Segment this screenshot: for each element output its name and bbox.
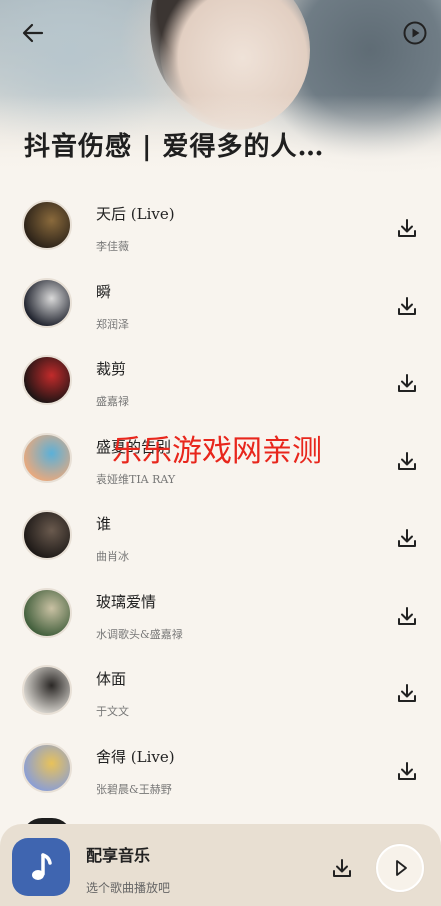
song-artist: 盛嘉禄 — [96, 395, 129, 408]
song-row[interactable]: 裁剪 盛嘉禄 — [0, 345, 441, 423]
song-title: 瞬 — [96, 282, 112, 301]
playlist-title: 抖音伤感 | 爱得多的人… — [24, 132, 325, 162]
song-artist: 张碧晨&王赫野 — [96, 782, 172, 796]
song-artist: 郑润泽 — [96, 317, 129, 331]
song-title: 玻璃爱情 — [96, 592, 157, 611]
song-list: 天后 (Live) 李佳薇瞬郑润泽 裁剪 盛嘉禄 盛夏的告别 袁娅维TIA RAY 谁曲肖冰… — [0, 190, 441, 810]
song-download-button[interactable] — [396, 682, 418, 704]
music-note-icon — [32, 853, 52, 880]
song-download-button[interactable] — [396, 372, 418, 394]
play-circle-icon — [403, 21, 427, 45]
download-icon — [398, 606, 416, 625]
player-album-art[interactable] — [12, 838, 70, 896]
player-subtitle: 选个歌曲播放吧 — [86, 881, 171, 895]
back-button[interactable] — [20, 20, 46, 46]
download-icon — [333, 859, 351, 877]
song-row[interactable]: 舍得 (Live) 张碧晨&王赫野 — [0, 733, 441, 811]
player-title: 配享音乐 — [86, 846, 151, 865]
song-cover[interactable] — [22, 587, 72, 638]
download-icon — [398, 219, 416, 237]
player-download-button[interactable] — [331, 857, 353, 879]
song-row[interactable]: 瞬郑润泽 — [0, 268, 441, 346]
download-icon — [398, 296, 416, 315]
watermark-text: 乐乐游戏网亲测 — [112, 434, 322, 469]
song-cover[interactable] — [22, 510, 72, 560]
song-download-button[interactable] — [396, 527, 418, 549]
play-icon — [396, 860, 407, 876]
song-title: 天后 (Live) — [96, 205, 175, 223]
download-icon — [398, 374, 416, 392]
song-title: 谁 — [96, 515, 112, 533]
song-download-button[interactable] — [396, 450, 418, 472]
back-arrow-icon — [22, 23, 44, 43]
song-title: 舍得 (Live) — [96, 747, 175, 766]
song-artist: 曲肖冰 — [96, 550, 129, 563]
download-icon — [398, 684, 416, 702]
song-cover[interactable] — [22, 200, 72, 250]
song-title: 体面 — [96, 670, 127, 688]
play-all-button[interactable] — [402, 20, 428, 46]
download-icon — [398, 761, 416, 780]
song-row[interactable]: 体面 于文文 — [0, 655, 441, 733]
song-row[interactable]: 玻璃爱情水调歌头&盛嘉禄 — [0, 578, 441, 656]
song-title: 裁剪 — [96, 360, 127, 378]
song-row[interactable]: 天后 (Live) 李佳薇 — [0, 190, 441, 268]
song-artist: 于文文 — [96, 705, 129, 718]
download-icon — [398, 451, 416, 470]
song-download-button[interactable] — [396, 605, 418, 627]
song-download-button[interactable] — [396, 217, 418, 239]
playlist-header: 抖音伤感 | 爱得多的人… — [0, 0, 441, 185]
song-cover[interactable] — [22, 742, 72, 793]
song-cover[interactable] — [22, 665, 72, 715]
song-cover[interactable] — [22, 432, 72, 483]
song-row[interactable]: 谁曲肖冰 — [0, 500, 441, 578]
song-artist: 水调歌头&盛嘉禄 — [96, 627, 183, 641]
song-download-button[interactable] — [396, 760, 418, 782]
song-cover[interactable] — [22, 355, 72, 405]
mini-player[interactable]: 配享音乐 选个歌曲播放吧 — [0, 824, 441, 906]
song-artist: 袁娅维TIA RAY — [96, 472, 176, 486]
song-artist: 李佳薇 — [96, 240, 129, 253]
song-download-button[interactable] — [396, 295, 418, 317]
song-cover[interactable] — [22, 277, 72, 328]
player-play-button[interactable] — [376, 844, 424, 892]
download-icon — [398, 529, 416, 547]
